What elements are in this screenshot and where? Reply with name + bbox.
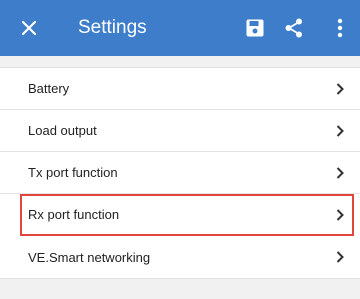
close-icon[interactable] <box>18 17 40 39</box>
settings-item-ve-smart-networking[interactable]: VE.Smart networking <box>0 236 360 278</box>
settings-item-label: Rx port function <box>28 207 120 222</box>
settings-item-label: Tx port function <box>28 165 118 180</box>
chevron-right-icon <box>334 124 346 138</box>
settings-item-tx-port-function[interactable]: Tx port function <box>0 152 360 194</box>
settings-item-rx-port-function[interactable]: Rx port function <box>20 194 354 236</box>
settings-item-label: Battery <box>28 81 70 96</box>
settings-list: Battery Load output Tx port function Rx … <box>0 67 360 279</box>
settings-item-load-output[interactable]: Load output <box>0 110 360 152</box>
page-title: Settings <box>78 17 147 38</box>
settings-item-label: VE.Smart networking <box>28 249 151 265</box>
save-icon[interactable] <box>244 17 266 39</box>
chevron-right-icon <box>334 208 346 222</box>
chevron-right-icon <box>334 82 346 96</box>
more-vert-icon[interactable] <box>332 16 348 40</box>
settings-item-label: Load output <box>28 123 97 138</box>
chevron-right-icon <box>334 166 346 180</box>
chevron-right-icon <box>334 250 346 264</box>
app-bar: Settings <box>0 0 360 56</box>
share-icon[interactable] <box>282 16 306 40</box>
settings-item-battery[interactable]: Battery <box>0 68 360 110</box>
